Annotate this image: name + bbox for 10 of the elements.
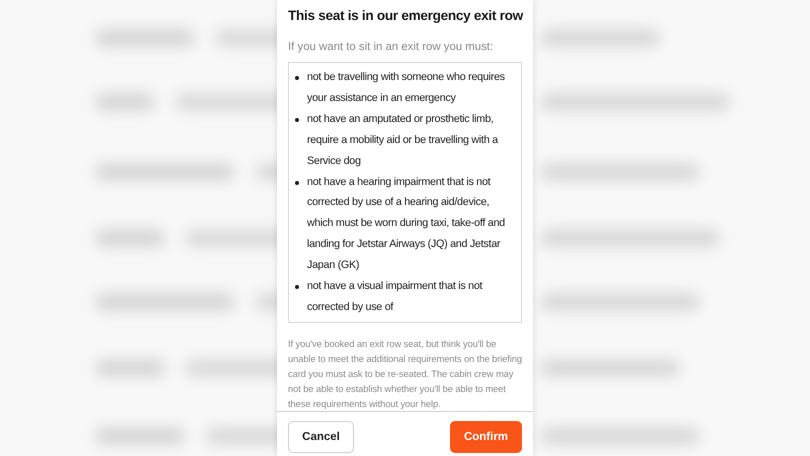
bullet-icon — [295, 76, 299, 80]
requirement-text: not have a visual impairment that is not corrected by use of — [307, 279, 484, 315]
bullet-icon — [295, 285, 299, 290]
dialog-title: This seat is in our emergency exit row — [288, 7, 523, 25]
cancel-button[interactable]: Cancel — [288, 420, 354, 453]
requirement-text: not have a hearing impairment that is not corrected by use of a hearing aid/device, which must be worn during taxi, take-off and landing for Jetstar Airways (JQ) and Jetstar Japan (GK) — [307, 174, 506, 274]
bullet-icon — [295, 118, 299, 122]
bullet-icon — [295, 180, 299, 185]
intro-text: If you want to sit in an exit row you must: — [288, 41, 494, 53]
note-text: If you've booked an exit row seat, but think you'll be unable to meet the additional requirements on the briefing card you must ask to be re-seated. The cabin crew may not be able to establish whether you'll be able to meet these requirements without your help. — [288, 336, 522, 411]
